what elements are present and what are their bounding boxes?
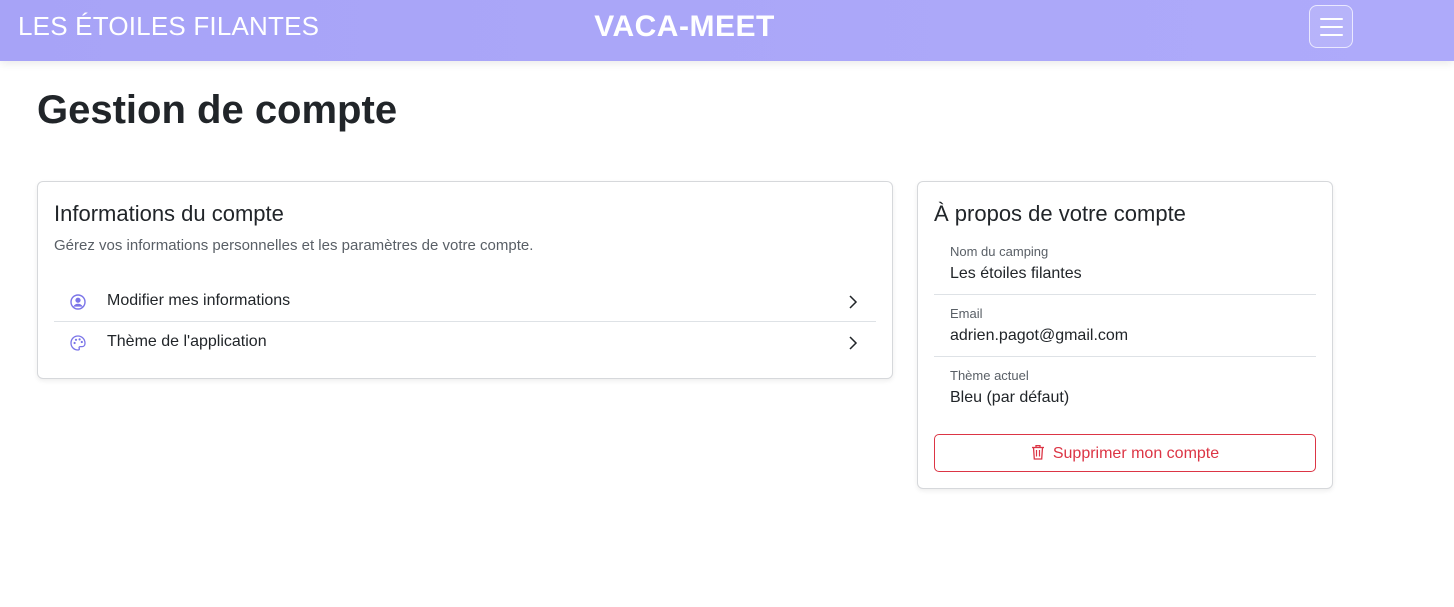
email-label: Email bbox=[950, 306, 983, 321]
app-logo-title[interactable]: VACA-MEET bbox=[0, 10, 1369, 44]
chevron-right-icon bbox=[849, 336, 858, 350]
account-info-title: Informations du compte bbox=[54, 201, 284, 226]
camping-name-value: Les étoiles filantes bbox=[950, 265, 1082, 282]
account-info-card: Informations du compte Gérez vos informa… bbox=[37, 181, 893, 379]
email-field: Email adrien.pagot@gmail.com bbox=[934, 295, 1316, 357]
chevron-right-icon bbox=[849, 295, 858, 309]
user-circle-icon bbox=[70, 294, 86, 310]
edit-info-label: Modifier mes informations bbox=[107, 292, 291, 309]
menu-toggle-button[interactable] bbox=[1309, 5, 1353, 48]
email-value: adrien.pagot@gmail.com bbox=[950, 327, 1129, 344]
camping-name-label: Nom du camping bbox=[950, 244, 1049, 259]
about-account-card: À propos de votre compte Nom du camping … bbox=[917, 181, 1333, 489]
edit-info-item[interactable]: Modifier mes informations bbox=[54, 282, 876, 322]
hamburger-icon-line bbox=[1320, 26, 1343, 28]
camping-name-field: Nom du camping Les étoiles filantes bbox=[934, 233, 1316, 295]
about-account-title: À propos de votre compte bbox=[934, 201, 1186, 226]
account-info-description: Gérez vos informations personnelles et l… bbox=[54, 237, 534, 254]
current-theme-value: Bleu (par défaut) bbox=[950, 389, 1070, 406]
delete-account-button[interactable]: Supprimer mon compte bbox=[934, 434, 1316, 472]
current-theme-label: Thème actuel bbox=[950, 368, 1029, 383]
app-theme-label: Thème de l'application bbox=[107, 333, 267, 350]
palette-icon bbox=[70, 335, 86, 351]
delete-account-label: Supprimer mon compte bbox=[1052, 445, 1220, 462]
trash-icon bbox=[1031, 444, 1044, 460]
current-theme-field: Thème actuel Bleu (par défaut) bbox=[934, 357, 1316, 419]
page-title: Gestion de compte bbox=[37, 88, 398, 132]
hamburger-icon-line bbox=[1320, 34, 1343, 36]
hamburger-icon bbox=[1320, 18, 1343, 20]
top-navbar: LES ÉTOILES FILANTES VACA-MEET bbox=[0, 0, 1454, 61]
app-theme-item[interactable]: Thème de l'application bbox=[54, 323, 876, 363]
